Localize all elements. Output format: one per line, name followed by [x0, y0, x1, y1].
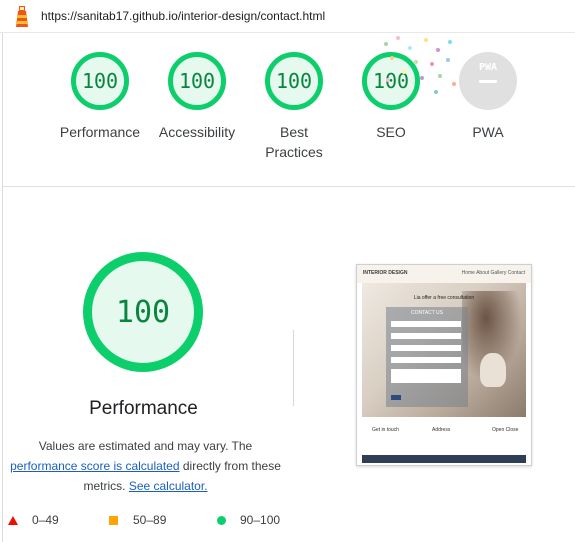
gauge-label: PWA — [472, 124, 504, 140]
thumb-footer: Get in touch Address Open Close — [362, 417, 526, 457]
confetti-decoration — [384, 36, 456, 94]
thumb-footer-left: Get in touch — [372, 427, 399, 433]
gauge-best-practices[interactable]: 100 Best Practices — [244, 52, 344, 162]
thumb-form-title: CONTACT US — [410, 310, 444, 316]
url-text[interactable]: https://sanitab17.github.io/interior-des… — [41, 9, 325, 23]
gauge-label: Performance — [59, 124, 141, 140]
note-text: Values are estimated and may vary. The — [38, 439, 253, 453]
section-title: Performance — [89, 398, 198, 419]
browser-address-bar: https://sanitab17.github.io/interior-des… — [0, 0, 575, 33]
score-ring: 100 — [168, 52, 226, 110]
gauge-label: Accessibility — [158, 124, 236, 140]
pwa-badge-text: PWA — [478, 62, 498, 73]
gauge-label: SEO — [376, 124, 406, 140]
thumb-contact-form: CONTACT US — [386, 307, 468, 407]
gauge-performance[interactable]: 100 Performance — [50, 52, 150, 142]
thumb-field — [391, 333, 461, 339]
thumb-field — [391, 369, 461, 383]
performance-score-gauge: 100 — [83, 252, 203, 372]
legend-fail: 0–49 — [32, 513, 59, 527]
thumb-bottom-bar — [362, 455, 526, 463]
thumb-vase-image — [480, 353, 506, 387]
thumb-headline: Lia offer a free consultation — [413, 295, 475, 301]
gauge-accessibility[interactable]: 100 Accessibility — [147, 52, 247, 142]
pass-circle-icon — [217, 516, 226, 525]
legend-average: 50–89 — [133, 513, 167, 527]
legend-pass: 90–100 — [240, 513, 281, 527]
divider — [2, 33, 3, 542]
score-ring: 100 — [71, 52, 129, 110]
section-divider — [3, 186, 575, 187]
thumb-submit-button — [391, 395, 401, 400]
thumb-field — [391, 357, 461, 363]
score-ring: 100 — [265, 52, 323, 110]
performance-score-link[interactable]: performance score is calculated — [10, 459, 179, 473]
thumb-hero: Lia offer a free consultation CONTACT US — [362, 283, 526, 417]
thumb-footer-right: Open Close — [492, 427, 519, 433]
thumb-logo: INTERIOR DESIGN — [363, 270, 408, 276]
dash-icon — [479, 80, 497, 83]
thumb-nav-links: Home About Gallery Contact — [461, 270, 525, 276]
gauge-label: Best Practices — [265, 124, 323, 160]
pwa-badge: PWA — [459, 52, 517, 110]
average-square-icon — [109, 516, 118, 525]
thumb-navbar: INTERIOR DESIGN Home About Gallery Conta… — [357, 265, 531, 283]
page-screenshot-thumbnail[interactable]: INTERIOR DESIGN Home About Gallery Conta… — [356, 264, 532, 466]
thumb-footer-mid: Address — [432, 427, 451, 433]
fail-triangle-icon — [8, 516, 18, 525]
thumb-field — [391, 345, 461, 351]
see-calculator-link[interactable]: See calculator. — [129, 479, 208, 493]
vertical-divider — [293, 330, 294, 406]
lighthouse-icon — [16, 6, 28, 27]
thumb-field — [391, 321, 461, 327]
score-note: Values are estimated and may vary. The p… — [4, 436, 287, 496]
